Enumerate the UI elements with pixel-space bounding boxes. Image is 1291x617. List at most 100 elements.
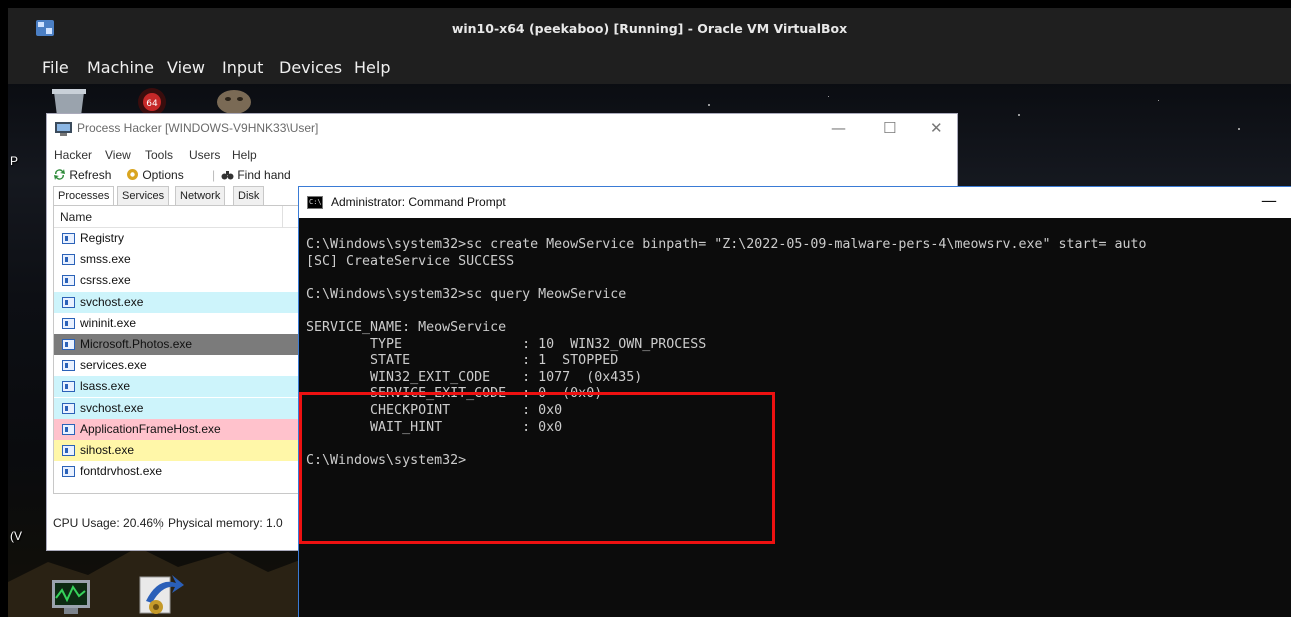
close-button[interactable]: ✕	[930, 119, 943, 137]
task-monitor-icon[interactable]	[46, 576, 96, 617]
menu-view[interactable]: View	[167, 58, 205, 77]
column-header-name[interactable]: Name	[54, 206, 310, 228]
minimize-button[interactable]: —	[831, 119, 846, 137]
tab-network[interactable]: Network	[175, 186, 226, 205]
console-line: C:\Windows\system32>sc query MeowService	[306, 286, 627, 302]
process-window-icon	[62, 466, 75, 478]
process-row[interactable]: wininit.exe	[54, 312, 310, 334]
options-label: Options	[142, 168, 184, 182]
desktop-label-fragment: (V	[10, 529, 22, 543]
svg-text:64: 64	[146, 99, 158, 109]
process-name: svchost.exe	[80, 294, 144, 309]
cmd-window-title: Administrator: Command Prompt	[331, 195, 506, 209]
maximize-button[interactable]: ☐	[883, 119, 896, 137]
process-name: Microsoft.Photos.exe	[80, 337, 193, 351]
toolbar-separator: |	[212, 168, 216, 182]
menu-help[interactable]: Help	[354, 58, 390, 77]
ph-menu-hacker[interactable]: Hacker	[54, 148, 92, 162]
console-line: STATE : 1 STOPPED	[306, 353, 619, 369]
star	[1238, 128, 1240, 130]
process-window-icon	[62, 360, 75, 372]
process-hacker-titlebar[interactable]: Process Hacker [WINDOWS-V9HNK33\User] — …	[47, 114, 957, 144]
cmd-app-icon: C:\	[307, 196, 323, 209]
find-handles-button[interactable]: Find hand	[221, 168, 291, 182]
process-window-icon	[62, 233, 75, 244]
process-row[interactable]: services.exe	[54, 355, 310, 377]
process-hacker-menubar: Hacker View Tools Users Help	[47, 144, 957, 166]
ph-menu-users[interactable]: Users	[189, 148, 220, 162]
find-handles-label: Find hand	[237, 168, 291, 182]
process-row[interactable]: Registry	[54, 228, 310, 249]
column-divider[interactable]	[282, 206, 283, 228]
recycle-bin-icon[interactable]	[48, 86, 90, 116]
process-list: Name Registry smss.exe csrss.exe svchost.ex…	[53, 205, 311, 494]
tab-processes[interactable]: Processes	[53, 186, 115, 205]
process-name: fontdrvhost.exe	[80, 464, 163, 479]
refresh-button[interactable]: Refresh	[53, 168, 111, 182]
console-line: TYPE : 10 WIN32_OWN_PROCESS	[306, 336, 707, 352]
process-row[interactable]: Microsoft.Photos.exe	[54, 334, 310, 355]
star	[708, 104, 710, 106]
refresh-icon	[54, 169, 65, 180]
process-name: csrss.exe	[80, 273, 131, 288]
process-name: wininit.exe	[80, 315, 137, 330]
process-name: smss.exe	[80, 252, 131, 267]
process-window-icon	[62, 423, 75, 435]
virtualbox-window: win10-x64 (peekaboo) [Running] - Oracle …	[8, 8, 1291, 617]
process-hacker-toolbar: Refresh Options | Find hand	[47, 166, 957, 186]
process-hacker-app-icon	[55, 122, 72, 136]
menu-file[interactable]: File	[42, 58, 69, 77]
app-64-icon[interactable]: 64	[130, 88, 174, 114]
ph-menu-help[interactable]: Help	[232, 148, 257, 162]
command-prompt-window: C:\ Administrator: Command Prompt — C:\W…	[298, 186, 1291, 617]
cmd-titlebar[interactable]: C:\ Administrator: Command Prompt —	[299, 187, 1291, 218]
highlight-box-service-query	[299, 392, 775, 544]
process-row[interactable]: csrss.exe	[54, 270, 310, 292]
process-window-icon	[62, 381, 75, 393]
process-window-icon	[62, 254, 75, 266]
process-row[interactable]: lsass.exe	[54, 376, 310, 398]
process-window-icon	[62, 445, 75, 456]
process-row[interactable]: svchost.exe	[54, 397, 310, 419]
process-name: Registry	[80, 231, 125, 245]
service-installer-icon[interactable]	[132, 571, 186, 617]
process-window-icon	[62, 296, 75, 308]
star	[1018, 114, 1020, 116]
console-line: WIN32_EXIT_CODE : 1077 (0x435)	[306, 369, 643, 385]
process-hacker-title: Process Hacker [WINDOWS-V9HNK33\User]	[77, 121, 319, 135]
menu-devices[interactable]: Devices	[279, 58, 342, 77]
desktop-label-fragment: P	[10, 154, 19, 168]
console-line: [SC] CreateService SUCCESS	[306, 253, 515, 269]
guest-desktop: 64 P (V Process Hacker [WINDOWS-V9HNK33\…	[8, 84, 1291, 617]
process-row[interactable]: ApplicationFrameHost.exe	[54, 418, 310, 440]
vbox-menubar: File Machine View Input Devices Help	[8, 48, 1291, 84]
options-button[interactable]: Options	[126, 168, 184, 182]
refresh-label: Refresh	[69, 168, 112, 182]
process-row[interactable]: fontdrvhost.exe	[54, 461, 310, 483]
ph-menu-view[interactable]: View	[105, 148, 131, 162]
animal-app-icon[interactable]	[214, 86, 254, 114]
cmd-minimize-button[interactable]: —	[1261, 191, 1277, 210]
tab-services[interactable]: Services	[117, 186, 170, 205]
process-name: svchost.exe	[80, 400, 144, 415]
process-name: services.exe	[80, 358, 147, 373]
star	[1158, 100, 1159, 101]
vbox-titlebar: win10-x64 (peekaboo) [Running] - Oracle …	[8, 8, 1291, 48]
process-row[interactable]: svchost.exe	[54, 291, 310, 313]
physical-memory-status: Physical memory: 1.0	[168, 516, 283, 530]
menu-machine[interactable]: Machine	[87, 58, 154, 77]
process-window-icon	[62, 402, 75, 414]
process-row[interactable]: sihost.exe	[54, 440, 310, 461]
star	[828, 96, 829, 97]
tab-disk[interactable]: Disk	[233, 186, 265, 205]
process-row[interactable]: smss.exe	[54, 249, 310, 271]
status-separator: |	[159, 516, 163, 530]
vbox-window-title: win10-x64 (peekaboo) [Running] - Oracle …	[451, 21, 848, 36]
process-window-icon	[62, 317, 75, 329]
console-line: C:\Windows\system32>sc create MeowServic…	[306, 237, 1147, 252]
menu-input[interactable]: Input	[222, 58, 263, 77]
ph-menu-tools[interactable]: Tools	[145, 148, 173, 162]
process-name: sihost.exe	[80, 443, 135, 457]
